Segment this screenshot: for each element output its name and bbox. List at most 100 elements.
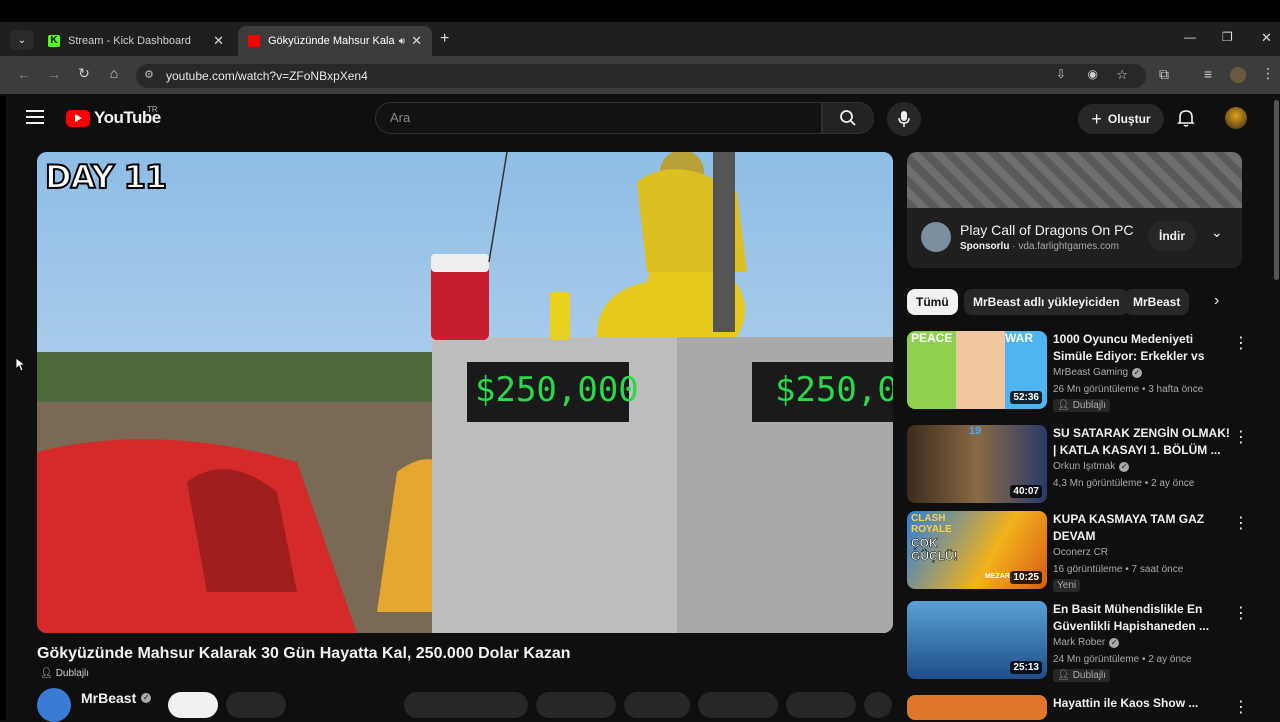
prize-display-right: $250,00: [775, 370, 893, 410]
search-button[interactable]: [822, 102, 874, 134]
page-scrollbar[interactable]: [1274, 100, 1279, 280]
rec-title: En Basit Mühendislikle En Güvenlikli Hap…: [1053, 602, 1210, 633]
sponsored-ad-card[interactable]: Play Call of Dragons On PC Sponsorlu · v…: [907, 152, 1242, 268]
minimize-button[interactable]: —: [1184, 30, 1196, 44]
install-app-icon[interactable]: ⇩: [1056, 67, 1066, 81]
screen-left-bar: [0, 96, 6, 720]
plus-icon: +: [1091, 108, 1102, 129]
video-thumbnail: 25:13: [907, 601, 1047, 679]
notifications-bell-icon[interactable]: [1176, 108, 1196, 133]
extensions-icon[interactable]: ⧉: [1154, 66, 1174, 83]
list-item[interactable]: 25:13 En Basit Mühendislikle En Güvenlik…: [907, 601, 1267, 682]
rec-title: 1000 Oyuncu Medeniyeti Simüle Ediyor: Er…: [1053, 332, 1205, 363]
url-text: youtube.com/watch?v=ZFoNBxpXen4: [166, 69, 368, 83]
video-title: Gökyüzünde Mahsur Kalarak 30 Gün Hayatta…: [37, 645, 571, 662]
youtube-play-icon: [66, 109, 90, 127]
ad-meta: Sponsorlu · vda.farlightgames.com: [960, 241, 1119, 252]
tab-close-icon[interactable]: ✕: [411, 33, 422, 49]
profile-avatar[interactable]: [1230, 67, 1246, 83]
badge-text: Dublajlı: [1072, 400, 1107, 411]
create-button[interactable]: + Oluştur: [1078, 104, 1164, 134]
tab-youtube-video[interactable]: Gökyüzünde Mahsur Kalara 🔊︎ ✕: [238, 26, 432, 56]
more-options-icon[interactable]: ⋮: [1233, 333, 1249, 353]
tab-search-icon[interactable]: ⌄: [10, 30, 34, 50]
chevron-down-icon[interactable]: ⌄: [1211, 224, 1223, 241]
account-avatar[interactable]: [1225, 107, 1247, 129]
rec-meta: 4,3 Mn görüntüleme • 2 ay önce: [1053, 478, 1195, 489]
duration-badge: 10:25: [1010, 571, 1042, 584]
chevron-right-icon[interactable]: ›: [1214, 292, 1219, 310]
prize-display-left: $250,000: [475, 370, 639, 410]
verified-icon: ✓: [1109, 637, 1120, 648]
bookmark-star-icon[interactable]: ☆: [1116, 67, 1128, 83]
dubbed-badge: 👤︎ Dublajlı: [1053, 399, 1111, 412]
rec-meta: 16 görüntüleme • 7 saat önce: [1053, 564, 1184, 575]
new-tab-button[interactable]: +: [440, 30, 449, 48]
duration-badge: 52:36: [1010, 391, 1042, 404]
more-options-icon[interactable]: ⋮: [1233, 427, 1249, 447]
list-item[interactable]: PEACE WAR 52:36 1000 Oyuncu Medeniyeti S…: [907, 331, 1267, 412]
thumb-text: CLASH ROYALE: [911, 513, 952, 535]
rec-title: KUPA KASMAYA TAM GAZ DEVAM: [1053, 512, 1205, 543]
chip-mrbeast[interactable]: MrBeast: [1124, 289, 1190, 315]
voice-search-button[interactable]: [887, 102, 921, 136]
mouse-cursor-icon: [15, 357, 27, 377]
channel-name-row[interactable]: MrBeast ✓: [81, 690, 152, 706]
tracking-protection-icon[interactable]: ◉: [1088, 67, 1098, 81]
ad-install-button[interactable]: İndir: [1148, 221, 1196, 251]
clip-button[interactable]: [624, 692, 690, 718]
maximize-button[interactable]: ❐: [1222, 30, 1233, 44]
address-bar[interactable]: ⚙ youtube.com/watch?v=ZFoNBxpXen4 ⇩ ◉ ☆: [136, 64, 1146, 88]
save-button[interactable]: [698, 692, 778, 718]
create-label: Oluştur: [1107, 112, 1151, 126]
kick-icon: K: [48, 35, 60, 47]
video-player[interactable]: DAY 11 $250,000 $250,00: [37, 152, 893, 633]
search-icon: [840, 110, 856, 126]
search-input[interactable]: Ara: [375, 102, 822, 134]
reload-icon[interactable]: ↻: [74, 65, 94, 82]
more-options-icon[interactable]: ⋮: [1233, 513, 1249, 533]
join-button[interactable]: [226, 692, 286, 718]
ad-logo: [921, 222, 951, 252]
rec-channel: MrBeast Gaming: [1053, 367, 1129, 378]
subscribe-button[interactable]: [168, 692, 218, 718]
back-icon[interactable]: ←: [14, 66, 34, 82]
share-button[interactable]: [536, 692, 616, 718]
list-item[interactable]: 19 40:07 SU SATARAK ZENGİN OLMAK! | KATL…: [907, 425, 1267, 505]
list-item[interactable]: CLASH ROYALE ÇOK GÜÇLÜ! MEZARL 10:25 KUP…: [907, 511, 1267, 592]
like-dislike-button[interactable]: [404, 692, 528, 718]
browser-menu-icon[interactable]: ⋮: [1258, 65, 1278, 82]
download-button[interactable]: [786, 692, 856, 718]
more-options-icon[interactable]: ⋮: [1233, 603, 1249, 623]
thumb-text: PEACE: [911, 331, 953, 345]
chip-all[interactable]: Tümü: [907, 289, 958, 315]
rec-channel: Oconerz CR: [1053, 547, 1109, 558]
screen-top-bar: [0, 0, 1280, 22]
video-thumbnail: [907, 695, 1047, 720]
forward-icon[interactable]: →: [44, 66, 64, 82]
tab-kick-dashboard[interactable]: K Stream - Kick Dashboard ✕: [38, 26, 234, 56]
rec-channel-row: Oconerz CR: [1053, 547, 1108, 558]
video-thumbnail: CLASH ROYALE ÇOK GÜÇLÜ! MEZARL 10:25: [907, 511, 1047, 589]
media-control-icon[interactable]: ≡: [1198, 66, 1218, 82]
more-actions-button[interactable]: [864, 692, 892, 718]
duration-badge: 25:13: [1010, 661, 1042, 674]
thumb-text: WAR: [1005, 331, 1033, 345]
video-thumbnail: PEACE WAR 52:36: [907, 331, 1047, 409]
channel-name: MrBeast: [81, 690, 137, 706]
site-info-icon[interactable]: ⚙: [144, 68, 154, 81]
list-item[interactable]: Hayattin ile Kaos Show ... ⋮: [907, 695, 1267, 720]
ad-title: Play Call of Dragons On PC: [960, 222, 1134, 238]
close-window-button[interactable]: ✕: [1261, 30, 1272, 46]
region-code: TR: [147, 105, 158, 114]
hamburger-menu-icon[interactable]: [26, 110, 44, 124]
channel-avatar[interactable]: [37, 688, 71, 722]
rec-channel: Orkun Işıtmak: [1053, 461, 1116, 472]
dub-person-icon: 👤︎: [1057, 670, 1070, 681]
speaker-icon[interactable]: 🔊︎: [399, 36, 405, 47]
rec-title: Hayattin ile Kaos Show ...: [1053, 696, 1199, 710]
more-options-icon[interactable]: ⋮: [1233, 697, 1249, 717]
home-icon[interactable]: ⌂: [104, 65, 124, 81]
chip-uploader[interactable]: MrBeast adlı yükleyiciden: [964, 289, 1129, 315]
tab-close-icon[interactable]: ✕: [213, 33, 224, 49]
